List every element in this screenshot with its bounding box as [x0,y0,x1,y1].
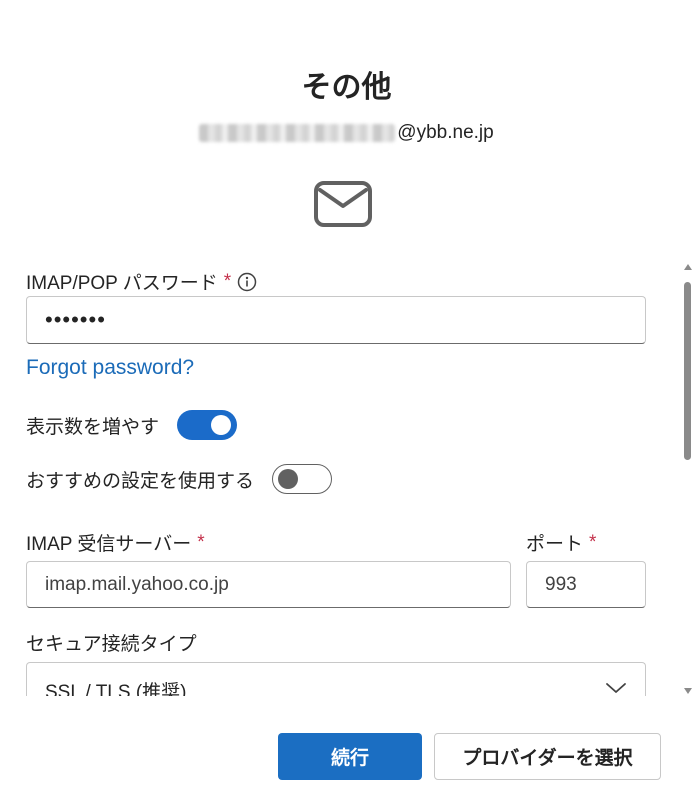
imap-server-label: IMAP 受信サーバー * [26,531,205,556]
redacted-username [199,124,396,142]
scrollbar-thumb[interactable] [684,282,691,460]
email-domain: @ybb.ne.jp [397,122,494,143]
scrollbar[interactable] [681,264,693,694]
forgot-password-link[interactable]: Forgot password? [26,356,194,380]
info-icon[interactable] [237,272,257,292]
password-label: IMAP/POP パスワード * [26,268,257,295]
account-email: @ybb.ne.jp [0,122,693,144]
recommended-settings-row: おすすめの設定を使用する [26,464,333,494]
mail-icon [314,181,372,227]
password-input[interactable]: ••••••• [26,296,646,344]
continue-button[interactable]: 続行 [278,733,422,780]
show-more-label: 表示数を増やす [26,416,160,438]
port-label: ポート * [526,531,597,556]
toggle-knob [278,469,299,489]
imap-server-value: imap.mail.yahoo.co.jp [45,573,229,595]
show-more-toggle[interactable] [177,410,238,440]
toggle-knob [211,415,232,435]
required-mark: * [197,531,205,553]
required-mark: * [223,270,232,292]
chevron-down-icon [606,683,626,693]
recommended-settings-toggle[interactable] [272,464,333,494]
choose-provider-button[interactable]: プロバイダーを選択 [434,733,661,780]
scroll-down-arrow[interactable] [684,688,692,694]
required-mark: * [589,531,597,553]
scroll-up-arrow[interactable] [684,264,692,270]
security-type-label: セキュア接続タイプ [26,634,197,655]
port-input[interactable]: 993 [526,561,646,608]
imap-server-input[interactable]: imap.mail.yahoo.co.jp [26,561,511,608]
page-title: その他 [301,71,392,104]
password-value: ••••••• [45,307,106,332]
recommended-settings-label: おすすめの設定を使用する [26,470,255,492]
port-value: 993 [545,573,577,595]
show-more-row: 表示数を増やす [26,410,238,440]
